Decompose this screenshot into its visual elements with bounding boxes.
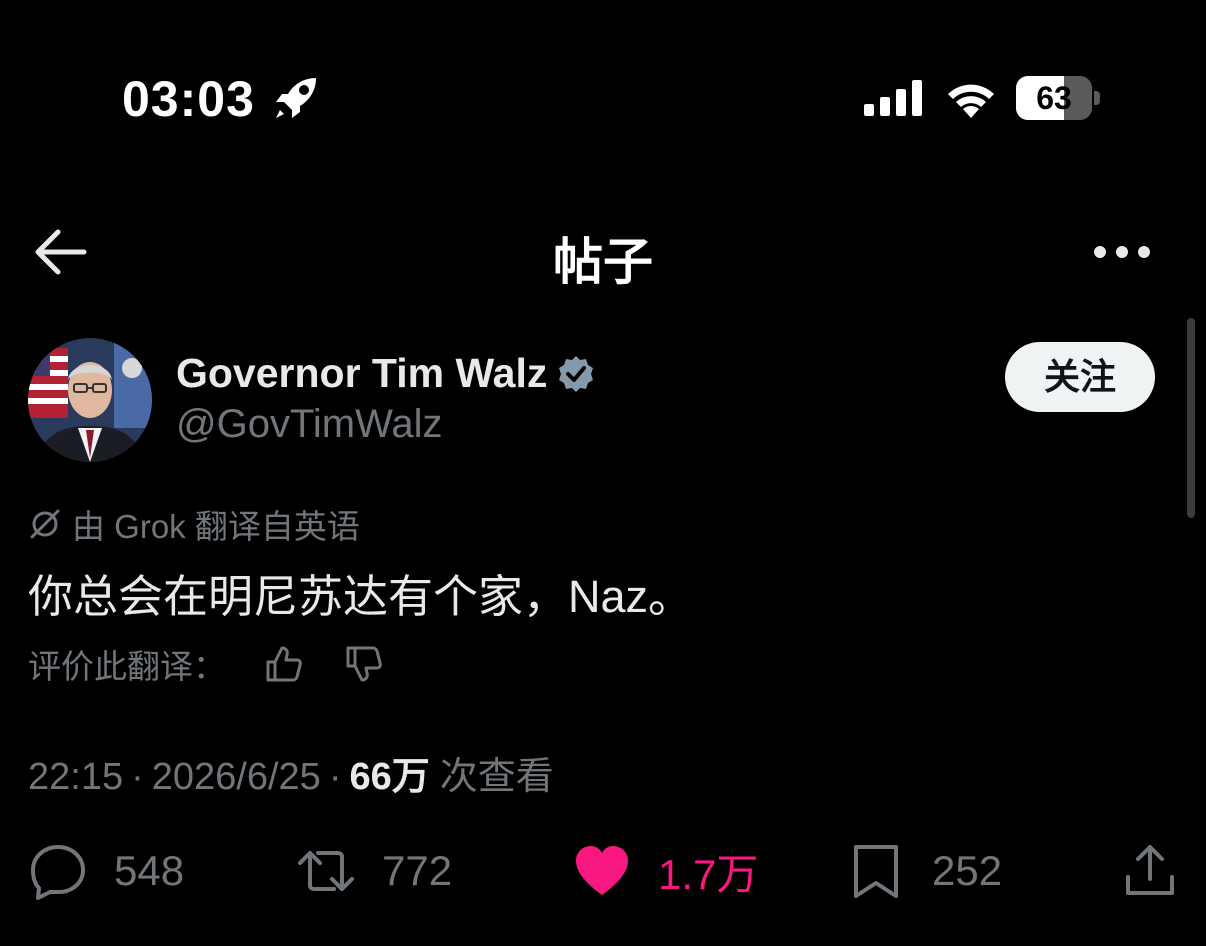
more-horizontal-icon[interactable] [1090, 238, 1154, 266]
share-button[interactable] [1120, 840, 1180, 902]
author-name[interactable]: Governor Tim Walz [176, 350, 547, 397]
post-time: 22:15 [28, 756, 124, 798]
heart-icon [576, 846, 628, 895]
battery-percentage: 63 [1036, 80, 1072, 116]
thumbs-up-icon[interactable] [264, 644, 304, 684]
reply-icon [31, 845, 85, 900]
status-time: 03:03 [122, 71, 255, 127]
post-date: 2026/6/25 [151, 756, 321, 798]
repost-count: 772 [382, 847, 453, 894]
rocket-icon [276, 78, 316, 118]
wifi-icon [948, 84, 994, 118]
grok-icon [30, 509, 60, 539]
repost-icon [298, 851, 354, 891]
rate-translation-label: 评价此翻译： [28, 648, 226, 685]
author-handle[interactable]: @GovTimWalz [176, 402, 443, 447]
post-text: 你总会在明尼苏达有个家，Naz。 [28, 571, 694, 622]
translation-label: 由 Grok 翻译自英语 [72, 508, 360, 545]
share-icon [1126, 845, 1174, 895]
author-name-row: Governor Tim Walz [176, 350, 595, 397]
translation-info: 由 Grok 翻译自英语 [28, 500, 360, 548]
post-meta: 22:15 · 2026/6/25 · 66万 次查看 [28, 745, 554, 800]
verified-badge-icon[interactable] [557, 355, 595, 393]
thumbs-down-icon[interactable] [344, 644, 384, 684]
page-title: 帖子 [553, 234, 653, 290]
views-label: 次查看 [439, 756, 554, 798]
like-button[interactable]: 1.7万 [572, 840, 758, 902]
like-count: 1.7万 [658, 850, 759, 898]
bookmark-button[interactable]: 252 [846, 840, 1002, 902]
reply-button[interactable]: 548 [28, 840, 184, 902]
follow-button[interactable]: 关注 [1005, 342, 1155, 412]
views-count: 66万 [349, 756, 430, 798]
repost-button[interactable]: 772 [296, 840, 452, 902]
battery-icon: 63 [1016, 76, 1100, 120]
bookmark-count: 252 [932, 847, 1003, 894]
bookmark-icon [854, 845, 898, 898]
scrollbar[interactable] [1187, 318, 1195, 518]
cellular-signal-icon [864, 80, 922, 116]
rate-translation: 评价此翻译： [28, 640, 384, 688]
reply-count: 548 [114, 847, 185, 894]
avatar[interactable] [28, 338, 152, 462]
